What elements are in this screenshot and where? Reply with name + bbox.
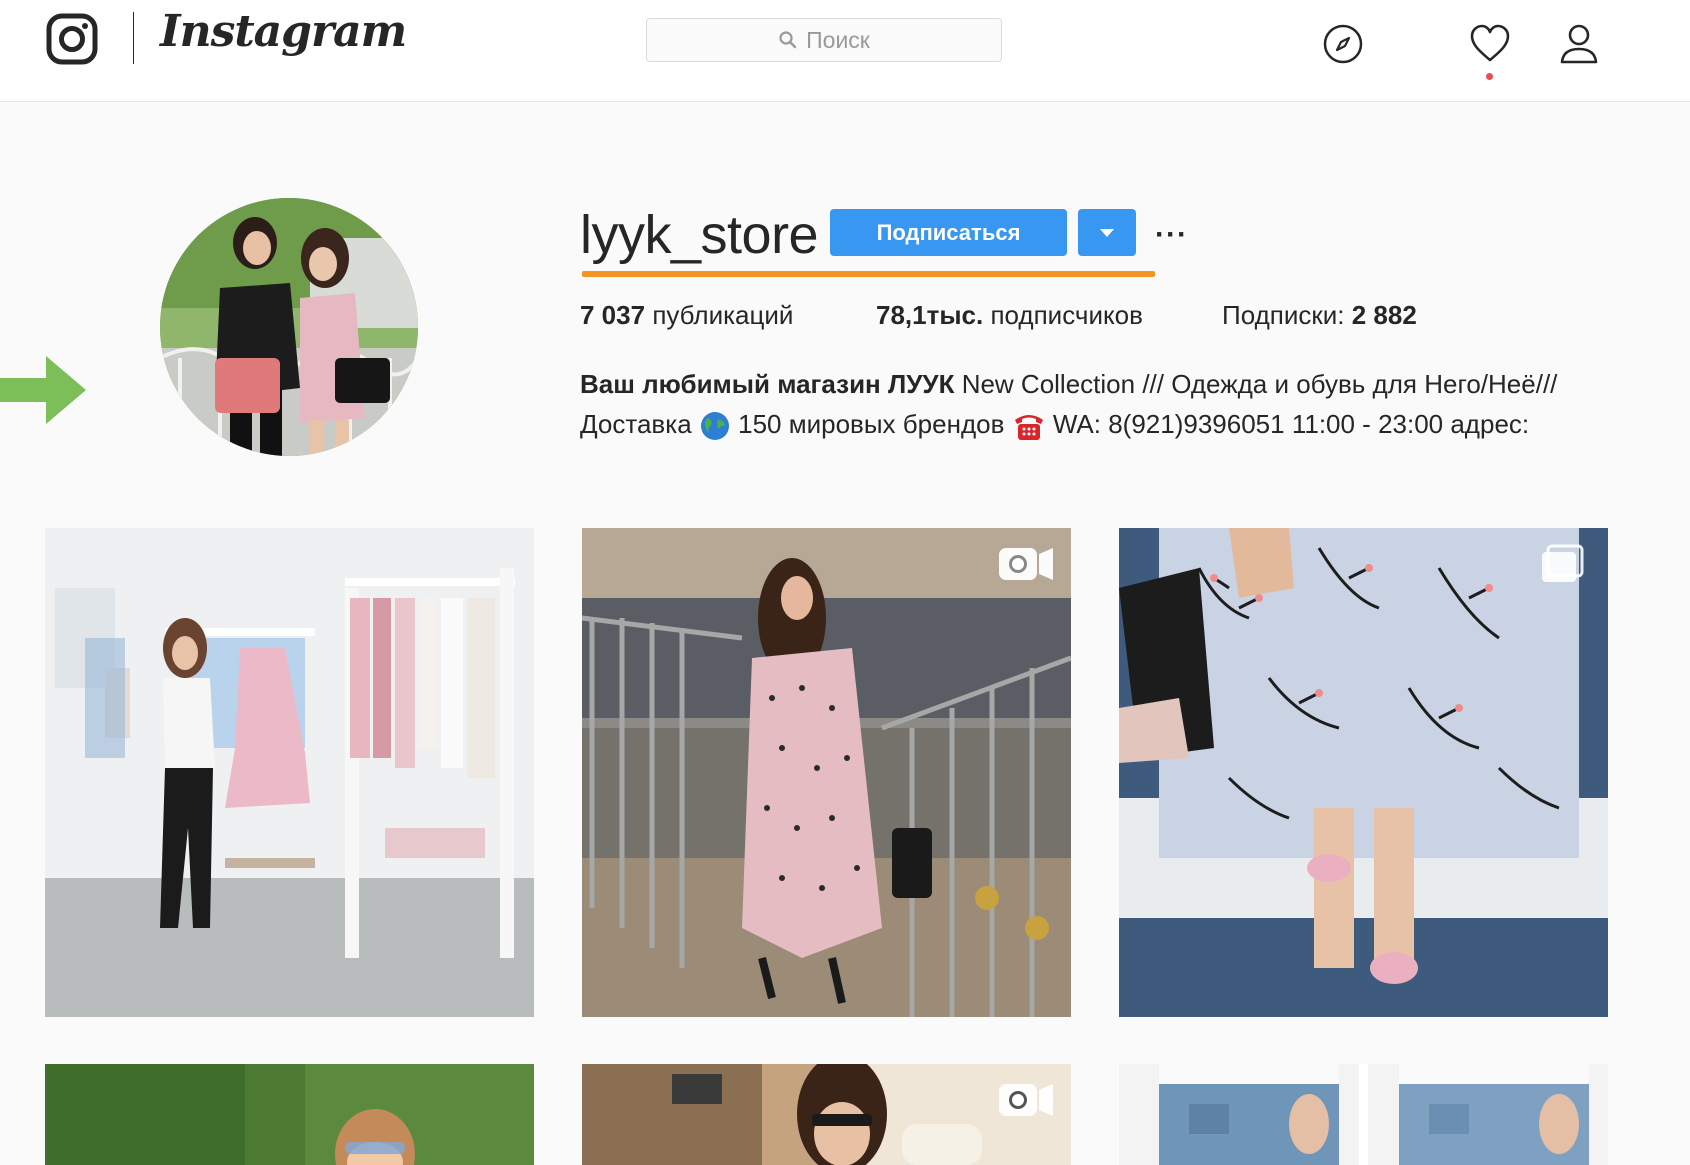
username-highlight [582,271,1155,277]
following-label: Подписки: [1222,300,1345,330]
bio-line-2-c: WA: 8(921)9396051 11:00 - 23:00 адрес: [1052,409,1530,439]
compass-icon[interactable] [1321,22,1365,66]
bio-line-1-text: New Collection /// Одежда и обувь для Не… [961,369,1558,399]
followers-count: 78,1тыс. [876,300,984,330]
posts-label: публикаций [652,300,794,330]
post-tile[interactable] [582,528,1071,1017]
heart-icon[interactable] [1468,22,1512,66]
search-input[interactable]: Поиск [646,18,1002,62]
green-arrow-icon [0,356,86,424]
chevron-down-icon [1100,228,1114,237]
post-tile[interactable] [1119,528,1608,1017]
telephone-icon [1014,415,1043,441]
stat-posts: 7 037 публикаций [580,300,793,331]
post-tile[interactable] [45,1064,534,1165]
profile-avatar[interactable] [160,198,418,456]
top-navigation: Instagram Поиск [0,0,1690,102]
posts-count: 7 037 [580,300,646,330]
post-tile[interactable] [582,1064,1071,1165]
profile-bio: Ваш любимый магазин ЛУУК New Collection … [580,364,1557,444]
bio-line-2-a: Доставка [580,409,692,439]
video-icon [999,1084,1053,1116]
post-tile[interactable] [1119,1064,1608,1165]
nav-divider [133,12,134,64]
globe-icon [700,412,729,441]
instagram-glyph-icon[interactable] [46,13,98,65]
post-tile[interactable] [45,528,534,1017]
stat-following[interactable]: Подписки: 2 882 [1222,300,1417,331]
follow-button[interactable]: Подписаться [830,209,1067,256]
instagram-wordmark[interactable]: Instagram [160,6,407,57]
bio-name: Ваш любимый магазин ЛУУК [580,369,955,399]
search-placeholder: Поиск [806,26,870,53]
profile-username: lyyk_store [580,205,819,265]
video-icon [999,548,1053,580]
suggestions-dropdown-button[interactable] [1078,209,1136,256]
user-icon[interactable] [1557,22,1601,66]
more-options-button[interactable]: ··· [1155,218,1188,252]
bio-line-2-b: 150 мировых брендов [738,409,1005,439]
followers-label: подписчиков [990,300,1143,330]
following-count: 2 882 [1351,300,1417,330]
search-icon [779,31,797,49]
bio-line-1: Ваш любимый магазин ЛУУК New Collection … [580,364,1557,404]
notification-dot [1486,73,1493,80]
bio-line-2: Доставка 150 мировых брендов WA: 8(921)9… [580,404,1557,444]
gallery-icon [1542,544,1584,582]
stat-followers[interactable]: 78,1тыс. подписчиков [876,300,1143,331]
